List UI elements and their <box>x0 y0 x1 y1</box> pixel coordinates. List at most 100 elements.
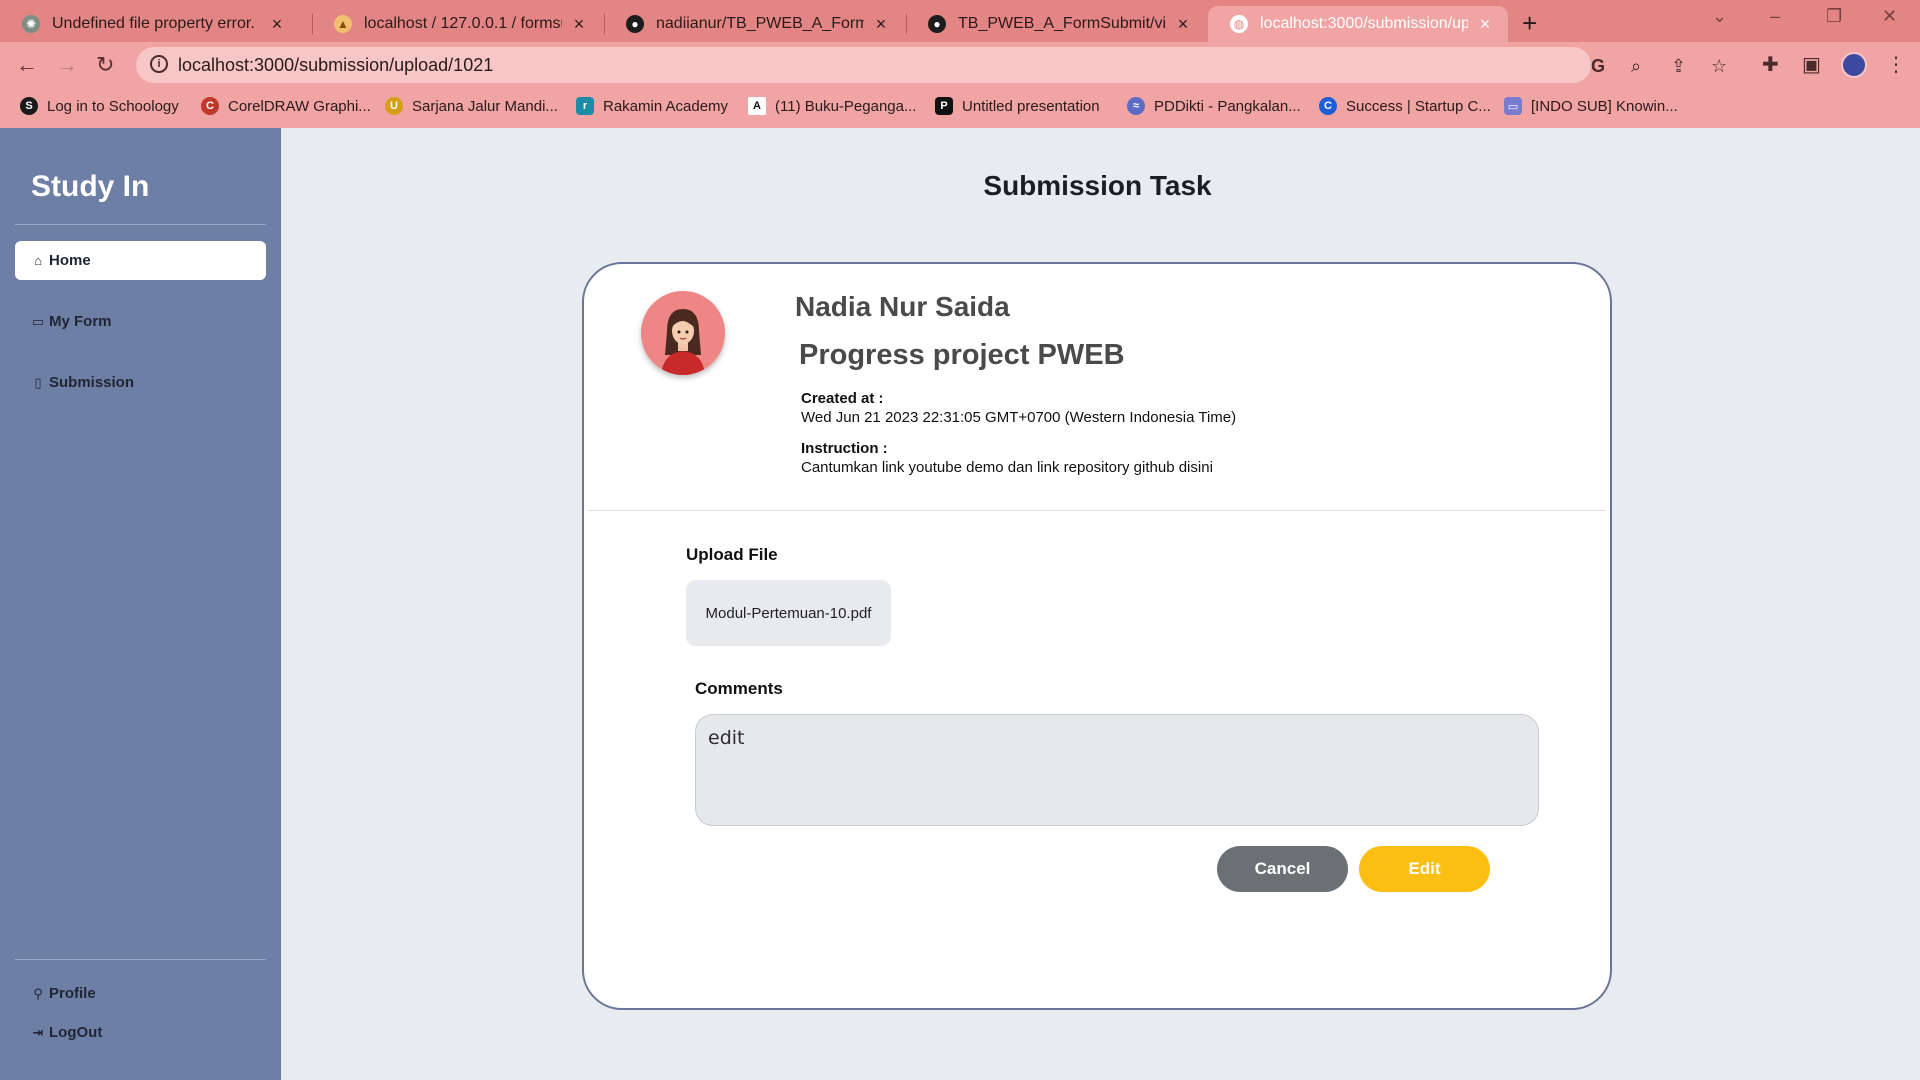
tab-title: localhost / 127.0.0.1 / formsubmi <box>364 15 562 32</box>
sidebar-divider <box>15 959 266 960</box>
pddikti-icon: ≈ <box>1127 97 1145 115</box>
bookmark-item[interactable]: C Success | Startup C... <box>1319 97 1491 115</box>
bookmark-item[interactable]: P Untitled presentation <box>935 97 1100 115</box>
reload-icon[interactable]: ↻ <box>96 52 114 78</box>
bookmark-item[interactable]: S Log in to Schoology <box>20 97 179 115</box>
comments-textarea[interactable]: edit <box>695 714 1539 826</box>
new-tab-icon[interactable]: + <box>1522 8 1537 39</box>
uploaded-file-name: Modul-Pertemuan-10.pdf <box>705 604 872 622</box>
browser-tab-strip: ✺ Undefined file property error. × ▲ loc… <box>0 0 1920 42</box>
sidebar-item-home[interactable]: ⌂ Home <box>15 241 266 280</box>
minimize-icon[interactable]: – <box>1770 6 1780 27</box>
bookmark-label: (11) Buku-Peganga... <box>775 97 917 115</box>
sidebar-item-label: My Form <box>49 313 112 330</box>
folder-icon: ▭ <box>31 313 45 329</box>
browser-tab[interactable]: ▲ localhost / 127.0.0.1 / formsubmi × <box>312 6 602 42</box>
bookmark-label: PDDikti - Pangkalan... <box>1154 97 1301 115</box>
bookmark-label: Sarjana Jalur Mandi... <box>412 97 558 115</box>
instruction-value: Cantumkan link youtube demo dan link rep… <box>801 459 1213 476</box>
browser-toolbar: ← → ↻ i localhost:3000/submission/upload… <box>0 42 1920 88</box>
menu-kebab-icon[interactable]: ⋮ <box>1886 52 1906 77</box>
user-icon: ⚲ <box>33 985 43 1001</box>
github-icon: ● <box>626 15 644 33</box>
address-bar[interactable]: i localhost:3000/submission/upload/1021 … <box>136 47 1727 83</box>
globe-icon: ◍ <box>1230 15 1248 33</box>
close-tab-icon[interactable]: × <box>268 14 286 35</box>
side-panel-icon[interactable]: ▣ <box>1802 52 1821 77</box>
browser-tab[interactable]: ● TB_PWEB_A_FormSubmit/views a × <box>906 6 1206 42</box>
bookmark-item[interactable]: C CorelDRAW Graphi... <box>201 97 371 115</box>
restore-icon[interactable]: ❐ <box>1826 6 1842 27</box>
bookmark-label: Success | Startup C... <box>1346 97 1491 115</box>
bookmark-item[interactable]: ≈ PDDikti - Pangkalan... <box>1127 97 1301 115</box>
sidebar-divider <box>15 224 266 225</box>
author-name: Nadia Nur Saida <box>795 291 1010 322</box>
github-icon: ● <box>928 15 946 33</box>
sidebar-item-submission[interactable]: ▯ Submission <box>15 363 266 402</box>
bookmark-label: Log in to Schoology <box>47 97 179 115</box>
submission-card: Nadia Nur Saida Progress project PWEB Cr… <box>582 262 1612 1010</box>
avatar-illustration <box>641 291 725 375</box>
bookmark-label: Rakamin Academy <box>603 97 729 115</box>
sidebar-item-label: LogOut <box>49 1024 103 1041</box>
tab-title: localhost:3000/submission/uploa <box>1260 15 1468 32</box>
avatar <box>641 291 725 375</box>
sidebar: Study In ⌂ Home ▭ My Form ▯ Submission ⚲… <box>0 128 281 1080</box>
google-icon[interactable]: G <box>1591 56 1605 77</box>
browser-tab-active[interactable]: ◍ localhost:3000/submission/uploa × <box>1208 6 1508 42</box>
tab-search-icon[interactable]: ⌄ <box>1712 6 1727 27</box>
sidebar-item-label: Home <box>49 252 91 269</box>
bookmark-item[interactable]: U Sarjana Jalur Mandi... <box>385 97 558 115</box>
tab-title: TB_PWEB_A_FormSubmit/views a <box>958 15 1166 32</box>
edit-button[interactable]: Edit <box>1359 846 1490 892</box>
browser-tab[interactable]: ✺ Undefined file property error. × <box>0 6 300 42</box>
bookmark-star-icon[interactable]: ☆ <box>1711 56 1727 77</box>
phpmyadmin-icon: ▲ <box>334 15 352 33</box>
share-icon[interactable]: ⇪ <box>1671 56 1686 77</box>
close-tab-icon[interactable]: × <box>1476 14 1494 35</box>
close-tab-icon[interactable]: × <box>872 14 890 35</box>
extensions-icon[interactable]: ✚ <box>1762 52 1779 77</box>
close-tab-icon[interactable]: × <box>570 14 588 35</box>
bookmark-item[interactable]: A (11) Buku-Peganga... <box>748 97 916 115</box>
sidebar-item-logout[interactable]: ⇥ LogOut <box>15 1013 266 1052</box>
bookmark-item[interactable]: ▭ [INDO SUB] Knowin... <box>1504 97 1678 115</box>
zoom-icon[interactable]: ⌕ <box>1631 56 1641 77</box>
task-title: Progress project PWEB <box>799 339 1125 371</box>
upload-file-label: Upload File <box>686 545 778 564</box>
home-icon: ⌂ <box>34 253 42 268</box>
profile-avatar-icon[interactable] <box>1841 52 1867 78</box>
comments-label: Comments <box>695 679 783 698</box>
schoology-icon: S <box>20 97 38 115</box>
chatgpt-icon: ✺ <box>22 15 40 33</box>
cancel-button[interactable]: Cancel <box>1217 846 1348 892</box>
sidebar-item-label: Submission <box>49 374 135 391</box>
bookmark-label: [INDO SUB] Knowin... <box>1531 97 1678 115</box>
tv-icon: ▭ <box>1504 97 1522 115</box>
bookmark-item[interactable]: r Rakamin Academy <box>576 97 728 115</box>
instruction-label: Instruction : <box>801 440 888 457</box>
created-at-value: Wed Jun 21 2023 22:31:05 GMT+0700 (Weste… <box>801 409 1237 426</box>
forward-icon[interactable]: → <box>56 52 78 78</box>
browser-tab[interactable]: ● nadiianur/TB_PWEB_A_FormSubm × <box>604 6 904 42</box>
site-info-icon[interactable]: i <box>150 55 168 73</box>
logout-icon: ⇥ <box>32 1024 44 1040</box>
card-divider <box>588 510 1606 511</box>
coreldraw-icon: C <box>201 97 219 115</box>
created-at-label: Created at : <box>801 390 884 407</box>
url-text: localhost:3000/submission/upload/1021 <box>178 55 494 75</box>
app-brand: Study In <box>31 170 150 203</box>
sidebar-item-label: Profile <box>49 985 96 1002</box>
bookmark-label: CorelDRAW Graphi... <box>228 97 371 115</box>
close-tab-icon[interactable]: × <box>1174 14 1192 35</box>
uploaded-file-chip[interactable]: Modul-Pertemuan-10.pdf <box>686 580 891 646</box>
page-title: Submission Task <box>983 170 1212 201</box>
sidebar-item-profile[interactable]: ⚲ Profile <box>15 974 266 1013</box>
sidebar-item-my-form[interactable]: ▭ My Form <box>15 302 266 341</box>
startup-icon: C <box>1319 97 1337 115</box>
back-icon[interactable]: ← <box>16 52 38 78</box>
tab-title: nadiianur/TB_PWEB_A_FormSubm <box>656 15 864 32</box>
close-window-icon[interactable]: ✕ <box>1882 6 1897 27</box>
rakamin-icon: r <box>576 97 594 115</box>
academia-icon: A <box>748 97 766 115</box>
